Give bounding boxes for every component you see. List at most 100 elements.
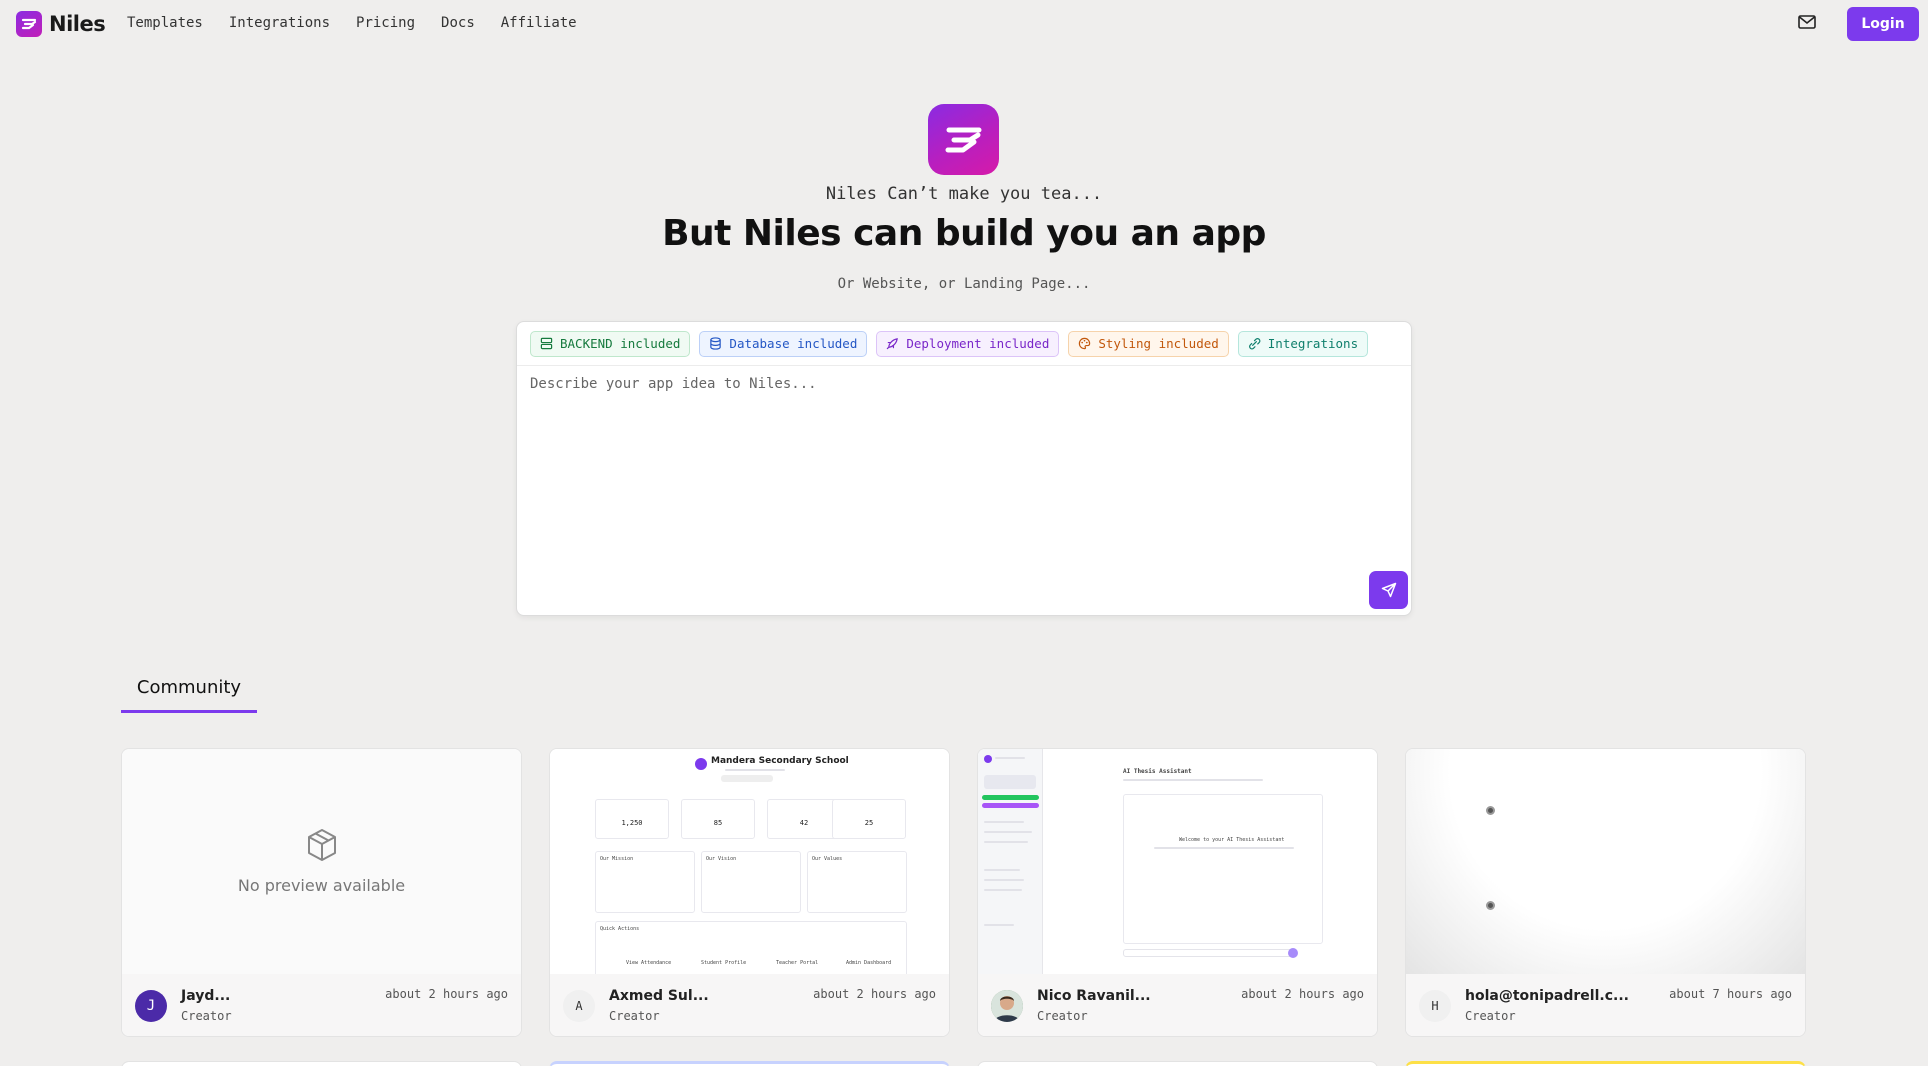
stat-value: 42 [799, 819, 809, 827]
school-logo-icon [695, 758, 707, 770]
tab-community[interactable]: Community [121, 668, 257, 713]
stat-box: 85 [681, 799, 755, 839]
card-preview: AI Thesis Assistant Welcome to your AI T… [978, 749, 1377, 974]
card-preview [1406, 749, 1805, 974]
action-label: Teacher Portal [776, 960, 819, 966]
tag-label: BACKEND included [560, 336, 681, 351]
card-footer: Nico Ravanil... Creator about 2 hours ag… [978, 974, 1377, 1036]
card-footer: H hola@tonipadrell.c... Creator about 7 … [1406, 974, 1805, 1036]
preview-dot [1486, 901, 1495, 910]
brand-name: Niles [49, 12, 106, 36]
avatar: J [135, 990, 167, 1022]
creator-role: Creator [1465, 1009, 1516, 1023]
creator-role: Creator [1037, 1009, 1088, 1023]
no-preview-text: No preview available [237, 876, 406, 895]
tag-backend[interactable]: BACKEND included [530, 330, 691, 357]
community-card[interactable]: No preview available J Jayd... Creator a… [121, 748, 522, 1037]
prompt-box: BACKEND included Database included Deplo… [516, 321, 1412, 616]
database-icon [710, 337, 722, 350]
top-nav: Niles Templates Integrations Pricing Doc… [0, 0, 1928, 48]
no-preview: No preview available [122, 749, 521, 974]
package-icon [307, 829, 336, 861]
preview-sidebar [978, 749, 1043, 974]
creator-role: Creator [181, 1009, 232, 1023]
card-footer: J Jayd... Creator about 2 hours ago [122, 974, 521, 1036]
niles-logo-icon [16, 11, 42, 37]
card-preview: No preview available [122, 749, 521, 974]
preview-title: Mandera Secondary School [711, 756, 849, 766]
section-box: Our Vision [701, 851, 801, 913]
creator-name: Axmed Sul... [609, 988, 709, 1004]
chat-box: Welcome to your AI Thesis Assistant [1123, 794, 1323, 944]
nav-links: Templates Integrations Pricing Docs Affi… [127, 15, 577, 31]
preview-badge [721, 775, 773, 782]
section-title: Our Vision [706, 856, 737, 862]
action-label: View Attendance [626, 960, 672, 966]
preview-heading: AI Thesis Assistant [1123, 768, 1192, 775]
niles-hero-logo-icon [928, 104, 999, 175]
send-icon [1381, 582, 1396, 598]
hero-title: But Niles can build you an app [662, 213, 1266, 254]
action-label: Student Profile [701, 960, 747, 966]
community-card[interactable] [1405, 1061, 1806, 1066]
rocket-icon [887, 338, 899, 350]
community-card[interactable]: H hola@tonipadrell.c... Creator about 7 … [1405, 748, 1806, 1037]
creator-name: hola@tonipadrell.c... [1465, 988, 1629, 1004]
created-time: about 7 hours ago [1669, 987, 1792, 1001]
community-card[interactable]: Mandera Secondary School 1,250 85 42 25 … [549, 748, 950, 1037]
tag-label: Integrations [1267, 336, 1359, 351]
creator-name: Nico Ravanil... [1037, 988, 1151, 1004]
nav-link-affiliate[interactable]: Affiliate [501, 15, 577, 31]
send-button[interactable] [1369, 571, 1408, 609]
preview-line [725, 769, 785, 771]
created-time: about 2 hours ago [1241, 987, 1364, 1001]
created-time: about 2 hours ago [813, 987, 936, 1001]
mail-icon[interactable] [1798, 14, 1818, 32]
community-card[interactable] [121, 1061, 522, 1066]
section-title: Our Mission [600, 856, 634, 862]
stat-box: 1,250 [595, 799, 669, 839]
login-button[interactable]: Login [1847, 7, 1919, 41]
community-card[interactable]: AI Thesis Assistant Welcome to your AI T… [977, 748, 1378, 1037]
hero-kicker: Niles Can’t make you tea... [825, 184, 1103, 204]
nav-link-pricing[interactable]: Pricing [356, 15, 415, 31]
palette-icon [1079, 337, 1091, 350]
tag-label: Database included [729, 336, 858, 351]
stat-value: 25 [864, 819, 874, 827]
tag-styling[interactable]: Styling included [1068, 330, 1229, 357]
section-title: Our Values [812, 856, 843, 862]
avatar [991, 990, 1023, 1022]
plug-icon [1248, 338, 1261, 350]
avatar: A [563, 990, 595, 1022]
quick-actions-box: Quick Actions View Attendance Student Pr… [595, 921, 907, 974]
brand[interactable]: Niles [16, 11, 106, 37]
created-time: about 2 hours ago [385, 987, 508, 1001]
server-icon [540, 337, 553, 350]
tag-label: Deployment included [906, 336, 1050, 351]
quick-actions-title: Quick Actions [600, 926, 640, 932]
community-card[interactable] [977, 1061, 1378, 1066]
tag-integrations[interactable]: Integrations [1237, 330, 1369, 357]
nav-link-templates[interactable]: Templates [127, 15, 203, 31]
stat-box: 42 [767, 799, 841, 839]
tag-deployment[interactable]: Deployment included [876, 330, 1060, 357]
preview-welcome: Welcome to your AI Thesis Assistant [1179, 837, 1285, 843]
avatar: H [1419, 990, 1451, 1022]
app-idea-input[interactable] [530, 376, 1390, 536]
nav-link-docs[interactable]: Docs [441, 15, 475, 31]
tag-database[interactable]: Database included [699, 330, 868, 357]
person-photo [991, 990, 1023, 1022]
nav-link-integrations[interactable]: Integrations [229, 15, 330, 31]
community-card[interactable] [549, 1061, 950, 1066]
preview-dot [1486, 806, 1495, 815]
action-label: Admin Dashboard [846, 960, 892, 966]
creator-role: Creator [609, 1009, 660, 1023]
feature-tags: BACKEND included Database included Deplo… [517, 322, 1411, 366]
card-footer: A Axmed Sul... Creator about 2 hours ago [550, 974, 949, 1036]
tag-label: Styling included [1098, 336, 1219, 351]
creator-name: Jayd... [181, 988, 231, 1004]
section-box: Our Values [807, 851, 907, 913]
stat-value: 85 [713, 819, 723, 827]
section-box: Our Mission [595, 851, 695, 913]
hero-subtitle: Or Website, or Landing Page... [837, 276, 1091, 292]
